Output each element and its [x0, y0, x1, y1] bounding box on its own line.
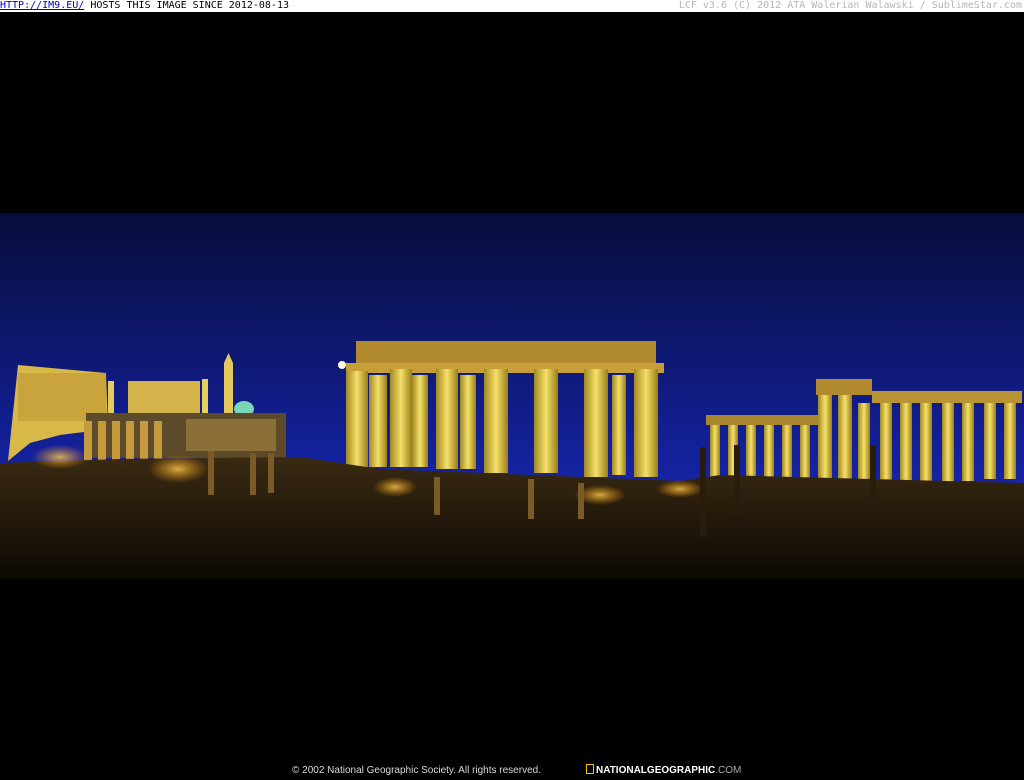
central-colonnade	[346, 341, 664, 477]
brand-name: NATIONALGEOGRAPHIC	[596, 765, 716, 776]
brand-suffix: .COM	[715, 765, 742, 776]
luxor-temple-photo	[0, 213, 1024, 579]
host-link[interactable]: HTTP://IM9.EU/	[0, 0, 84, 11]
yellow-border-icon	[586, 764, 594, 774]
host-text: HOSTS THIS IMAGE SINCE 2012-08-13	[84, 0, 289, 11]
copyright-text: © 2002 National Geographic Society. All …	[292, 765, 541, 776]
credit-text: LCF v3.6 (C) 2012 ATA Walerian Walawski …	[678, 0, 1022, 11]
moon	[338, 361, 346, 369]
host-banner: HTTP://IM9.EU/ HOSTS THIS IMAGE SINCE 20…	[0, 0, 1024, 12]
host-banner-left: HTTP://IM9.EU/ HOSTS THIS IMAGE SINCE 20…	[0, 0, 289, 12]
natgeo-logo[interactable]: NATIONALGEOGRAPHIC.COM	[586, 764, 741, 778]
photo-footer: © 2002 National Geographic Society. All …	[0, 764, 1024, 778]
